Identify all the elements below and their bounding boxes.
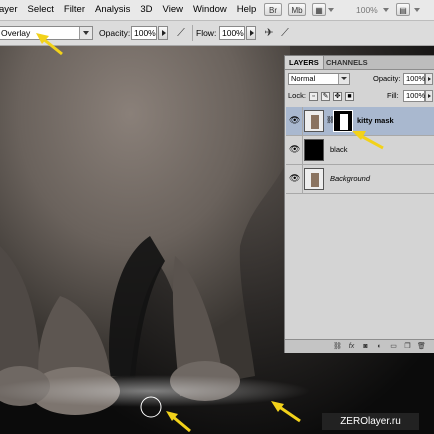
link-icon[interactable]: ⛓ [333,342,342,351]
eye-icon[interactable]: 👁 [289,144,300,155]
layers-panel-footer: ⛓ fx ◙ ◐ ▭ ❐ 🗑 [285,339,434,353]
menu-window[interactable]: Window [188,0,232,20]
menu-bar: ayer Select Filter Analysis 3D View Wind… [0,0,434,21]
trash-icon[interactable]: 🗑 [417,342,426,351]
menu-items: ayer Select Filter Analysis 3D View Wind… [0,0,261,20]
menu-layer[interactable]: ayer [0,0,22,20]
flow-input[interactable]: 100% [219,26,245,40]
floor-glow [0,375,310,407]
menu-filter[interactable]: Filter [59,0,90,20]
eye-icon[interactable]: 👁 [289,173,300,184]
arrange-documents-button[interactable]: ▤ [396,3,410,16]
fill-slider-button[interactable] [425,90,433,102]
tab-layers[interactable]: LAYERS [285,56,324,69]
new-layer-icon[interactable]: ❐ [403,342,412,351]
watermark: ZEROlayer.ru [322,413,419,430]
opacity-input[interactable]: 100% [131,26,157,40]
kitten-thumbnail-icon [305,169,323,189]
fill-label: Fill: [387,91,399,100]
minibridge-button[interactable]: Mb [288,3,306,16]
mode-chevron-down-icon [79,27,92,39]
layer-thumbnail [304,139,324,161]
menu-analysis[interactable]: Analysis [90,0,135,20]
mask-icon[interactable]: ◙ [361,342,370,351]
flow-label: Flow: [196,28,217,38]
lock-position-icon[interactable]: ✥ [333,92,342,101]
lock-label: Lock: [288,91,306,100]
menu-help[interactable]: Help [232,0,262,20]
mode-annotation-arrow [36,33,63,56]
airbrush-icon[interactable]: ✈ [262,26,276,40]
lock-transparency-icon[interactable]: ▫ [309,92,318,101]
annotation-arrow-2 [271,401,301,423]
layer-name[interactable]: Background [330,165,370,193]
menu-select[interactable]: Select [22,0,58,20]
pressure-size-icon[interactable]: ⟋ [278,26,292,40]
layer-thumbnail [304,110,324,132]
pressure-opacity-icon[interactable]: ⟋ [174,26,188,40]
blend-mode-value: Normal [291,74,316,83]
arrange-icon: ▤ [399,6,407,15]
blend-chevron-down-icon [338,74,349,84]
divider [192,25,193,41]
eye-icon[interactable]: 👁 [289,115,300,126]
layers-panel: LAYERS CHANNELS Normal Opacity: 100% Loc… [284,55,434,353]
view-extras-button[interactable]: ▦ [312,3,326,16]
zoom-level[interactable]: 100% [356,0,378,20]
zoom-chevron-down-icon[interactable] [383,8,389,12]
kitten-thumbnail-icon [305,111,323,131]
menu-3d[interactable]: 3D [135,0,157,20]
adjustment-icon[interactable]: ◐ [375,342,384,351]
mask-annotation-arrow [352,131,384,150]
annotation-arrow-1 [166,411,191,433]
layer-opacity-label: Opacity: [373,74,401,83]
blend-mode-select[interactable]: Normal [288,73,350,85]
arrange-chevron-down-icon[interactable] [414,8,420,12]
lock-all-icon[interactable]: ■ [345,92,354,101]
layer-opacity-slider-button[interactable] [425,73,433,85]
mode-value: Overlay [1,28,31,38]
layer-opacity-input[interactable]: 100% [403,73,425,85]
layer-thumbnail [304,168,324,190]
bridge-button[interactable]: Br [264,3,282,16]
fx-icon[interactable]: fx [347,342,356,351]
layer-name[interactable]: black [330,136,348,164]
tab-channels[interactable]: CHANNELS [322,56,372,69]
panel-tabs: LAYERS CHANNELS [285,56,434,70]
menu-view[interactable]: View [158,0,188,20]
flow-slider-button[interactable] [246,26,256,40]
fill-input[interactable]: 100% [403,90,425,102]
layer-row-background[interactable]: 👁 Background [286,165,434,194]
grid-icon: ▦ [315,6,323,15]
chevron-down-icon[interactable] [328,8,334,12]
lock-image-icon[interactable]: ✎ [321,92,330,101]
group-icon[interactable]: ▭ [389,342,398,351]
opacity-label: Opacity: [99,28,131,38]
opacity-slider-button[interactable] [158,26,168,40]
